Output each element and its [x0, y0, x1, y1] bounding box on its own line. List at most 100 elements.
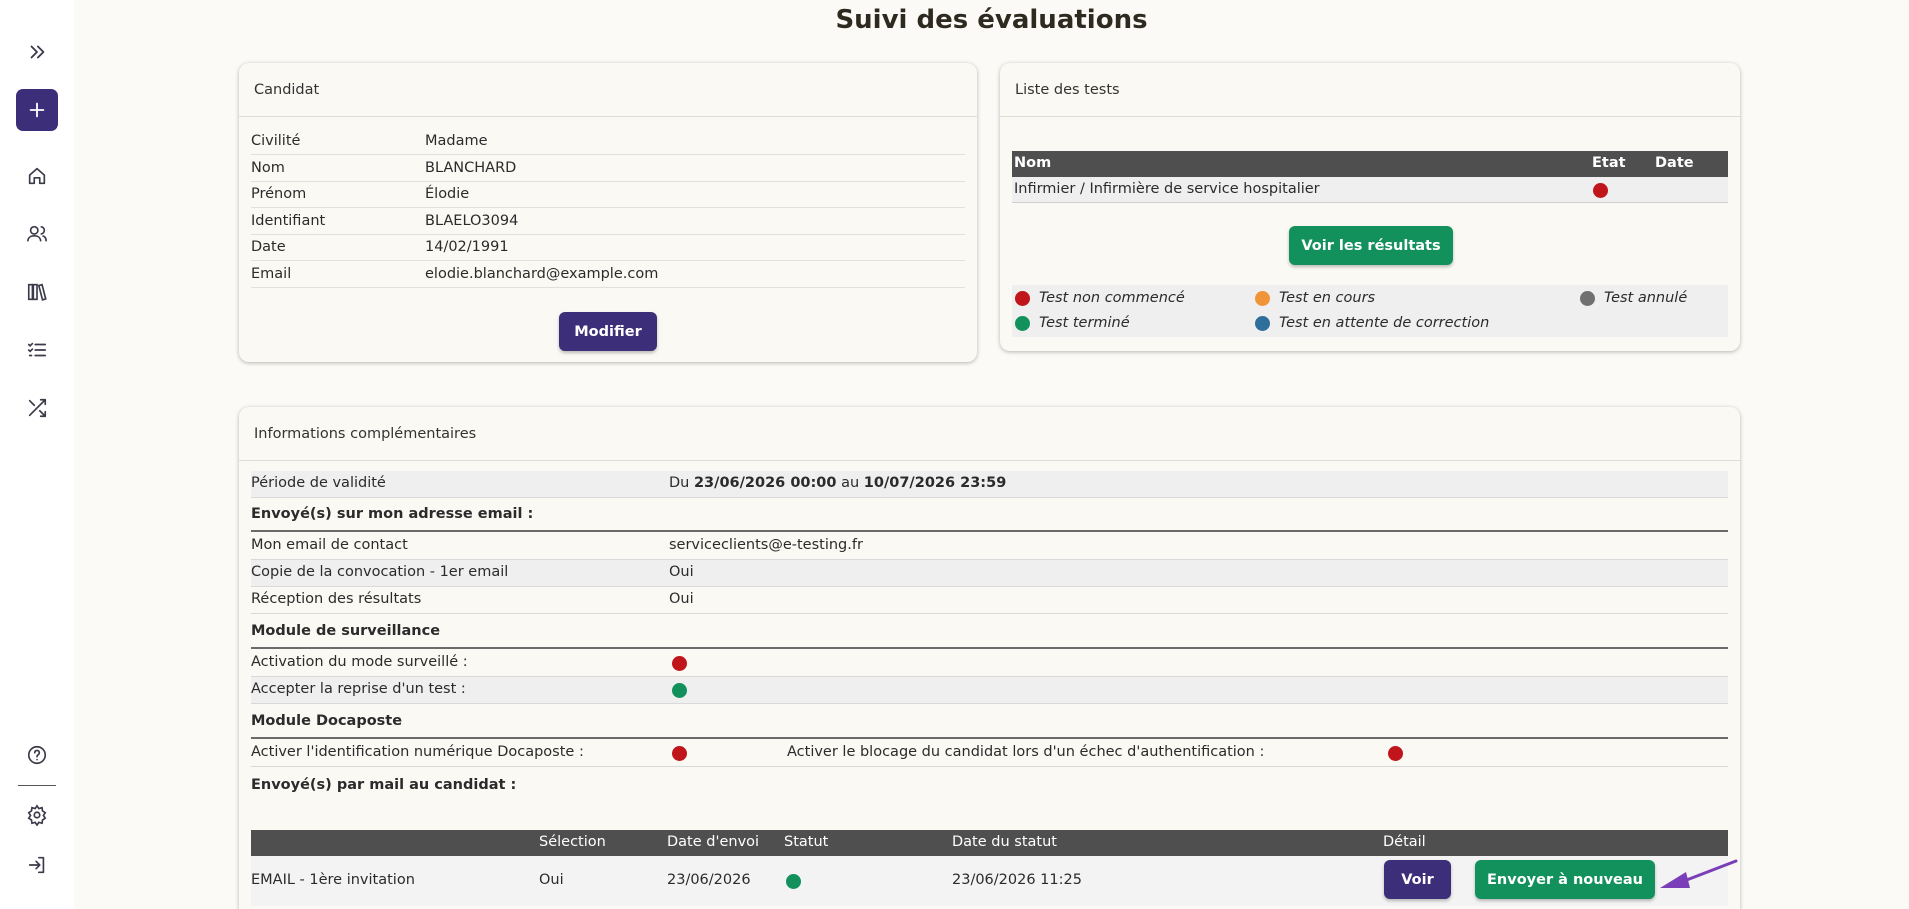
candidate-card: Candidat Civilité Madame Nom BLANCHARD Préno…: [239, 63, 977, 362]
legend-label: Test en cours: [1279, 290, 1376, 306]
status-indicator: [786, 874, 801, 889]
email-row: Mon email de contact serviceclients@e-te…: [251, 533, 1728, 560]
edit-button[interactable]: Modifier: [559, 312, 657, 351]
legend-dot: [1015, 315, 1030, 331]
legend-dot: [1015, 290, 1030, 306]
legend-item: Test en attente de correction: [1255, 315, 1489, 331]
tests-card-header: Liste des tests: [1000, 63, 1740, 117]
field-value: Élodie: [425, 186, 470, 202]
column-date: Date: [1655, 155, 1694, 171]
view-mail-button[interactable]: Voir: [1384, 860, 1451, 899]
users-icon[interactable]: [22, 219, 52, 249]
legend-label: Test en attente de correction: [1279, 315, 1490, 331]
mail-status-date: 23/06/2026 11:25: [952, 872, 1082, 888]
field-value: Madame: [425, 133, 488, 149]
logout-icon[interactable]: [22, 850, 52, 880]
view-results-button[interactable]: Voir les résultats: [1289, 226, 1453, 265]
shuffle-icon[interactable]: [22, 393, 52, 423]
legend-dot: [1255, 315, 1270, 331]
status-legend: Test non commencé Test en cours Test ann…: [1012, 285, 1728, 337]
validity-value: Du 23/06/2026 00:00 au 10/07/2026 23:59: [669, 475, 1007, 491]
page-title: Suivi des évaluations: [835, 5, 1148, 35]
help-icon[interactable]: [22, 740, 52, 770]
column-detail: Détail: [1383, 834, 1426, 850]
column-status-date: Date du statut: [952, 834, 1057, 850]
tests-card: Liste des tests Nom Etat Date Infirmier …: [1000, 63, 1740, 351]
legend-dot: [1255, 290, 1270, 306]
candidate-field-row: Email elodie.blanchard@example.com: [251, 262, 965, 288]
legend-dot: [1580, 290, 1595, 306]
row-value: serviceclients@e-testing.fr: [669, 537, 863, 553]
status-indicator: [1593, 183, 1608, 198]
field-label: Civilité: [251, 133, 301, 149]
plus-icon: [29, 102, 45, 118]
legend-label: Test annulé: [1604, 290, 1688, 306]
row-label: Activer le blocage du candidat lors d'un…: [787, 744, 1265, 760]
sidebar: [0, 0, 74, 909]
row-label: Copie de la convocation - 1er email: [251, 564, 509, 580]
column-status: Statut: [784, 834, 829, 850]
library-icon[interactable]: [22, 277, 52, 307]
column-sent: Date d'envoi: [667, 834, 760, 850]
resend-button[interactable]: Envoyer à nouveau: [1475, 860, 1655, 899]
field-value: 14/02/1991: [425, 239, 509, 255]
create-button[interactable]: [16, 89, 58, 131]
email-row: Copie de la convocation - 1er email Oui: [251, 560, 1728, 587]
email-row: Réception des résultats Oui: [251, 587, 1728, 614]
candidate-field-row: Date 14/02/1991: [251, 235, 965, 261]
surveillance-row: Activation du mode surveillé :: [251, 650, 1728, 677]
field-label: Nom: [251, 159, 285, 176]
candidate-field-row: Prénom Élodie: [251, 182, 965, 208]
expand-icon[interactable]: [22, 37, 52, 67]
sidebar-divider: [18, 785, 56, 786]
email-section-title: Envoyé(s) sur mon adresse email :: [251, 498, 1728, 532]
tests-table-header: Nom Etat Date: [1012, 151, 1728, 177]
candidate-field-row: Nom BLANCHARD: [251, 156, 965, 182]
legend-item: Test terminé: [1015, 315, 1130, 331]
settings-icon[interactable]: [22, 800, 52, 830]
mail-selection: Oui: [539, 872, 564, 888]
status-indicator: [672, 746, 687, 761]
field-label: Identifiant: [251, 212, 326, 229]
field-label: Date: [251, 239, 286, 255]
legend-item: Test non commencé: [1015, 290, 1185, 306]
annotation-arrow-icon: [1660, 859, 1738, 888]
home-icon[interactable]: [22, 161, 52, 191]
column-selection: Sélection: [539, 834, 606, 850]
mail-type: EMAIL - 1ère invitation: [251, 872, 415, 888]
column-state: Etat: [1592, 155, 1626, 171]
field-value: BLANCHARD: [425, 159, 517, 176]
row-value: Oui: [669, 591, 694, 607]
status-indicator: [1388, 746, 1403, 761]
column-name: Nom: [1014, 155, 1052, 171]
legend-label: Test terminé: [1039, 315, 1130, 331]
mail-sent-date: 23/06/2026: [667, 872, 751, 888]
validity-label: Période de validité: [251, 475, 386, 491]
docaposte-row: Activer l'identification numérique Docap…: [251, 740, 1728, 767]
info-card-header: Informations complémentaires: [239, 407, 1740, 461]
field-value: elodie.blanchard@example.com: [425, 265, 659, 282]
candidate-card-header: Candidat: [239, 63, 977, 117]
test-name: Infirmier / Infirmière de service hospit…: [1014, 181, 1320, 197]
mail-section-title: Envoyé(s) par mail au candidat :: [251, 777, 517, 793]
table-row[interactable]: Infirmier / Infirmière de service hospit…: [1012, 177, 1728, 203]
candidate-field-row: Civilité Madame: [251, 129, 965, 155]
legend-item: Test annulé: [1580, 290, 1687, 306]
legend-label: Test non commencé: [1039, 290, 1185, 306]
mail-table-header: Sélection Date d'envoi Statut Date du st…: [251, 830, 1728, 856]
row-label: Activation du mode surveillé :: [251, 654, 468, 670]
field-value: BLAELO3094: [425, 212, 519, 229]
row-label: Activer l'identification numérique Docap…: [251, 744, 584, 760]
field-label: Prénom: [251, 186, 307, 202]
info-card: Informations complémentaires Période de …: [239, 407, 1740, 909]
surveillance-section-title: Module de surveillance: [251, 615, 1728, 649]
legend-item: Test en cours: [1255, 290, 1375, 306]
status-indicator: [672, 683, 687, 698]
docaposte-section-title: Module Docaposte: [251, 705, 1728, 739]
checklist-icon[interactable]: [22, 335, 52, 365]
field-label: Email: [251, 265, 292, 282]
row-label: Réception des résultats: [251, 591, 422, 607]
row-value: Oui: [669, 564, 694, 580]
row-label: Accepter la reprise d'un test :: [251, 681, 466, 697]
status-indicator: [672, 656, 687, 671]
